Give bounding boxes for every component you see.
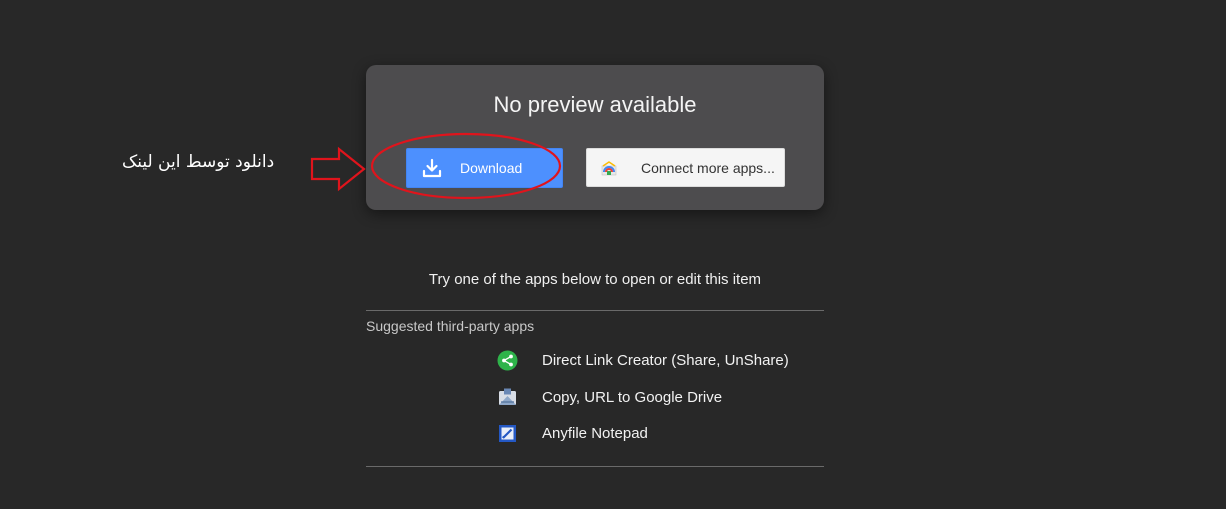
suggested-apps-heading: Suggested third-party apps <box>366 318 535 334</box>
notepad-icon <box>499 425 516 442</box>
divider-top <box>366 310 824 311</box>
download-button[interactable]: Download <box>406 148 563 188</box>
connect-more-apps-label: Connect more apps... <box>641 160 775 176</box>
card-title: No preview available <box>493 92 697 117</box>
annotation-text: دانلود توسط این لینک <box>122 152 275 172</box>
connect-more-apps-button[interactable]: Connect more apps... <box>586 148 785 187</box>
app-name: Copy, URL to Google Drive <box>542 389 723 406</box>
arrow-right-icon <box>310 146 366 192</box>
divider-bottom <box>366 466 824 467</box>
apps-instruction: Try one of the apps below to open or edi… <box>428 271 762 288</box>
share-icon <box>497 350 518 371</box>
no-preview-card: No preview available Download Connect mo… <box>366 65 824 210</box>
download-label: Download <box>460 160 523 176</box>
app-name: Direct Link Creator (Share, UnShare) <box>542 352 789 369</box>
app-name: Anyfile Notepad <box>542 425 648 442</box>
app-store-icon <box>601 161 617 176</box>
drive-copy-icon <box>499 388 516 405</box>
download-icon <box>422 158 442 178</box>
